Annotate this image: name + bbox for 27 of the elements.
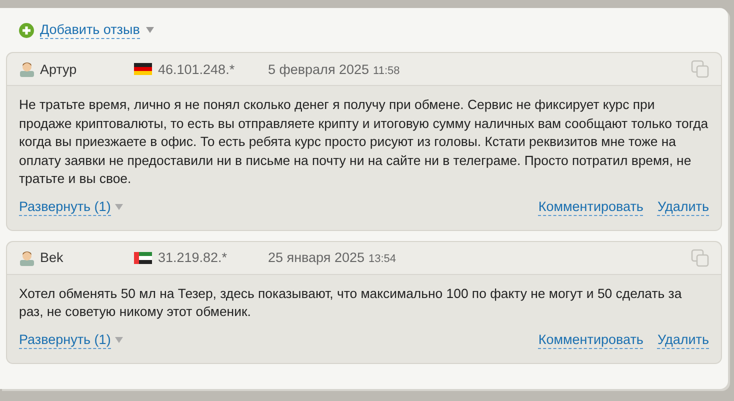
delete-link[interactable]: Удалить xyxy=(657,332,709,348)
review-time: 11:58 xyxy=(373,64,400,76)
caret-icon[interactable] xyxy=(146,27,154,33)
copy-icon[interactable] xyxy=(691,248,709,266)
ip-address: 31.219.82.* xyxy=(158,250,228,265)
user-icon xyxy=(19,61,35,77)
caret-icon[interactable] xyxy=(114,337,123,343)
copy-icon[interactable] xyxy=(691,60,709,78)
review-time: 13:54 xyxy=(368,252,396,265)
add-icon xyxy=(19,22,34,38)
add-review-link[interactable]: Добавить отзыв xyxy=(40,22,140,38)
comment-link[interactable]: Комментировать xyxy=(538,198,644,216)
review-text: Хотел обменять 50 мл на Тезер, здесь показывают, что максимально 100 по факту не могут и 50 сделать за раз, не советую никому этот обменик. xyxy=(18,284,683,321)
flag-icon xyxy=(134,63,152,75)
review-date: 5 февраля 2025 xyxy=(268,62,370,76)
review-text: Не тратьте время, лично я не понял сколько денег я получу при обмене. Сервис не фиксирует курс при продаже криптовалюты, то есть вы отправляете крипту и итоговую сумму наличных вам сообщают только тогда когда вы приезжаете в офис. То есть ребята курс просто рисуют из головы. Кстати реквизитов мне тоже на оплату заявки не предоставили ни в письме на почту ни на сайте ни в телеграме. Просто потратил время, не тратьте и вы свое. xyxy=(18,96,710,188)
author-name: Bek xyxy=(40,250,64,265)
expand-link[interactable]: Развернуть (1) xyxy=(19,332,111,348)
flag-icon xyxy=(134,252,152,264)
user-icon xyxy=(19,250,35,266)
review-date: 25 января 2025 xyxy=(268,250,365,265)
comment-link[interactable]: Комментировать xyxy=(538,332,644,348)
author-name: Артур xyxy=(40,62,78,76)
caret-icon[interactable] xyxy=(114,204,123,210)
delete-link[interactable]: Удалить xyxy=(657,198,709,216)
expand-link[interactable]: Развернуть (1) xyxy=(19,198,111,216)
ip-address: 46.101.248.* xyxy=(158,62,236,76)
